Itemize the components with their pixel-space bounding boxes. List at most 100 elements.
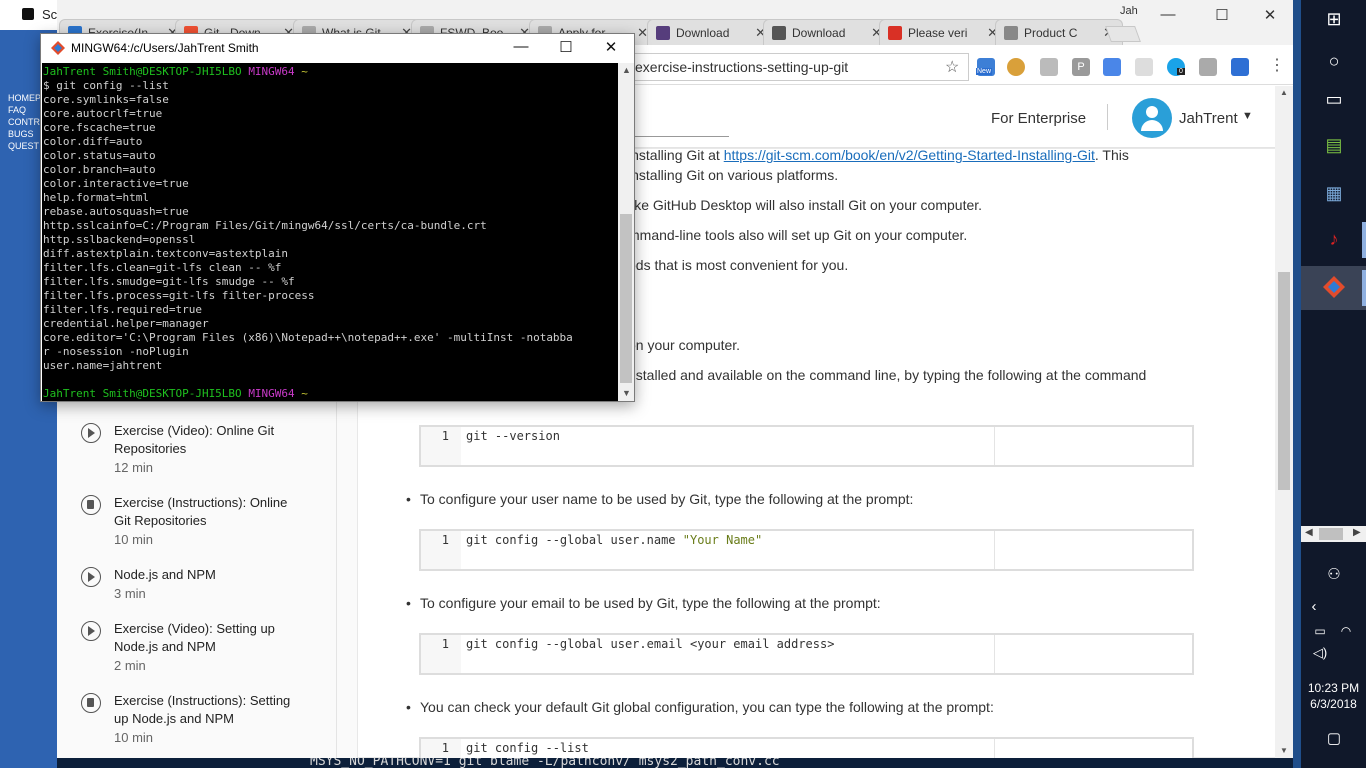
terminal-maximize-button[interactable]: ☐ [551, 38, 581, 56]
extension-dots-icon[interactable] [1135, 58, 1153, 76]
terminal-output-line: color.interactive=true [43, 177, 189, 190]
course-item-duration: 12 min [114, 460, 154, 475]
document-app-icon[interactable]: ▦ [1323, 182, 1345, 204]
download-icon [772, 26, 786, 40]
action-center-icon[interactable]: ▢ [1323, 728, 1345, 750]
scroll-down-icon[interactable]: ▼ [622, 388, 631, 398]
wifi-icon[interactable]: ◠ [1335, 620, 1357, 642]
code-block[interactable]: 1 git config --global user.email <your e… [419, 633, 1194, 675]
page-scrollbar[interactable]: ▲ ▼ [1275, 86, 1293, 758]
terminal-scrollbar[interactable]: ▲ ▼ [618, 63, 634, 401]
code-line: git config --list [466, 741, 589, 755]
code-block[interactable]: 1 git --version [419, 425, 1194, 467]
bookmark-star-icon[interactable]: ☆ [945, 57, 959, 77]
browser-menu-icon[interactable]: ⋮ [1269, 55, 1285, 75]
scrollbar-thumb[interactable] [1278, 272, 1290, 490]
address-bar[interactable]: exercise-instructions-setting-up-git [625, 53, 969, 81]
extension-pdf-icon[interactable] [1199, 58, 1217, 76]
extension-tag-icon[interactable] [1040, 58, 1058, 76]
terminal-titlebar[interactable]: MINGW64:/c/Users/JahTrent Smith — ☐ ✕ [41, 34, 634, 63]
lesson-paragraph: nstalled and available on the command li… [628, 367, 1147, 383]
new-tab-button[interactable] [1105, 26, 1141, 42]
code-line: git config --global user.name "Your Name… [466, 533, 763, 547]
code-guide [994, 739, 995, 758]
bullet-item: You can check your default Git global co… [406, 699, 994, 715]
extension-basket-icon[interactable] [1007, 58, 1025, 76]
for-enterprise-link[interactable]: For Enterprise [991, 110, 1086, 127]
people-icon[interactable]: ⚇ [1323, 564, 1345, 586]
terminal-output-line: color.diff=auto [43, 135, 143, 148]
browser-tab[interactable]: Download ✕ [763, 19, 891, 47]
extension-p-icon[interactable]: P [1072, 58, 1090, 76]
code-block[interactable]: 1 git config --list [419, 737, 1194, 758]
git-install-link[interactable]: https://git-scm.com/book/en/v2/Getting-S… [724, 147, 1095, 163]
browser-tab[interactable]: Please veri ✕ [879, 19, 1007, 47]
tab-label: Product C [1024, 26, 1078, 40]
bg-nav-item[interactable]: BUGS [8, 128, 42, 140]
code-block[interactable]: 1 git config --global user.name "Your Na… [419, 529, 1194, 571]
extension-blue-icon[interactable] [1231, 58, 1249, 76]
maximize-button[interactable]: ☐ [1207, 6, 1237, 24]
battery-icon[interactable]: ▭ [1309, 620, 1331, 642]
background-window-titlebar[interactable]: Sc [0, 0, 60, 30]
scroll-down-icon[interactable]: ▼ [1280, 746, 1288, 755]
course-item-title: Exercise (Instructions): Online Git Repo… [114, 495, 288, 528]
start-windows-icon[interactable]: ⊞ [1323, 8, 1345, 30]
browser-tab[interactable]: Product C✕ [995, 19, 1123, 47]
bullet-item: To configure your email to be used by Gi… [406, 595, 881, 611]
task-view-icon[interactable]: ▭ [1323, 88, 1345, 110]
user-avatar-icon[interactable] [1132, 98, 1172, 138]
chevron-left-icon[interactable]: ‹ [1303, 596, 1325, 618]
background-terminal-strip: MSYS_NO_PATHCONV=1 git blame -L/pathconv… [57, 758, 1293, 768]
terminal-output-line: filter.lfs.clean=git-lfs clean -- %f [43, 261, 282, 274]
terminal-output-line: http.sslcainfo=C:/Program Files/Git/ming… [43, 219, 487, 232]
lesson-paragraph: ods that is most convenient for you. [628, 257, 849, 273]
cortana-icon[interactable]: ○ [1323, 50, 1345, 72]
scroll-up-icon[interactable]: ▲ [622, 65, 631, 75]
scrollbar-thumb[interactable] [620, 214, 632, 383]
close-button[interactable]: ✕ [1255, 6, 1285, 24]
nav-divider [1107, 104, 1108, 130]
code-guide [994, 531, 995, 569]
lesson-paragraph: on your computer. [628, 337, 741, 353]
bg-nav-item[interactable]: FAQ [8, 104, 42, 116]
notes-app-icon[interactable]: ▤ [1323, 134, 1345, 156]
username-menu[interactable]: JahTrent [1179, 110, 1238, 127]
minimize-button[interactable]: — [1153, 6, 1183, 23]
extension-ghostery-icon[interactable]: 0 [1167, 58, 1185, 76]
volume-icon[interactable]: ◁) [1309, 642, 1331, 664]
scroll-left-icon[interactable]: ◀ [1305, 527, 1313, 538]
profile-label[interactable]: Jah [1120, 5, 1138, 17]
bg-nav-item[interactable]: CONTR [8, 116, 42, 128]
bg-nav-item[interactable]: QUEST [8, 140, 42, 152]
scrollbar-thumb[interactable] [1319, 528, 1343, 540]
background-terminal-text: MSYS_NO_PATHCONV=1 git blame -L/pathconv… [310, 758, 780, 768]
tab-label: Download [792, 26, 846, 40]
document-icon [81, 693, 101, 713]
line-number: 1 [421, 427, 461, 465]
clock[interactable]: 10:23 PM 6/3/2018 [1301, 680, 1366, 712]
git-bash-taskbar-icon[interactable] [1323, 276, 1345, 298]
terminal-output[interactable]: JahTrent Smith@DESKTOP-JHI5LBO MINGW64 ~… [42, 63, 618, 401]
terminal-close-button[interactable]: ✕ [596, 38, 626, 56]
clock-date: 6/3/2018 [1310, 697, 1357, 711]
music-app-icon[interactable]: ♪ [1323, 228, 1345, 250]
new-badge: New [976, 68, 993, 75]
line-number: 1 [421, 635, 461, 673]
browser-tab[interactable]: Download ✕ [647, 19, 775, 47]
terminal-output-line: user.name=jahtrent [43, 359, 163, 372]
background-nav: HOMEP FAQ CONTR BUGS QUEST [8, 92, 42, 152]
course-item-duration: 3 min [114, 586, 146, 601]
course-item-title: Exercise (Video): Setting up Node.js and… [114, 621, 275, 654]
extension-translate-icon[interactable] [1103, 58, 1121, 76]
bg-nav-item[interactable]: HOMEP [8, 92, 42, 104]
terminal-minimize-button[interactable]: — [506, 38, 536, 55]
extension-news-icon[interactable]: New [976, 58, 995, 76]
play-icon [81, 567, 101, 587]
course-item-duration: 10 min [114, 532, 154, 547]
chevron-down-icon[interactable]: ▼ [1242, 110, 1253, 122]
scroll-up-icon[interactable]: ▲ [1280, 88, 1288, 97]
taskbar-scrollbar[interactable]: ◀ ▶ [1301, 526, 1366, 542]
scroll-right-icon[interactable]: ▶ [1353, 527, 1361, 538]
terminal-window: MINGW64:/c/Users/JahTrent Smith — ☐ ✕ Ja… [40, 33, 635, 402]
